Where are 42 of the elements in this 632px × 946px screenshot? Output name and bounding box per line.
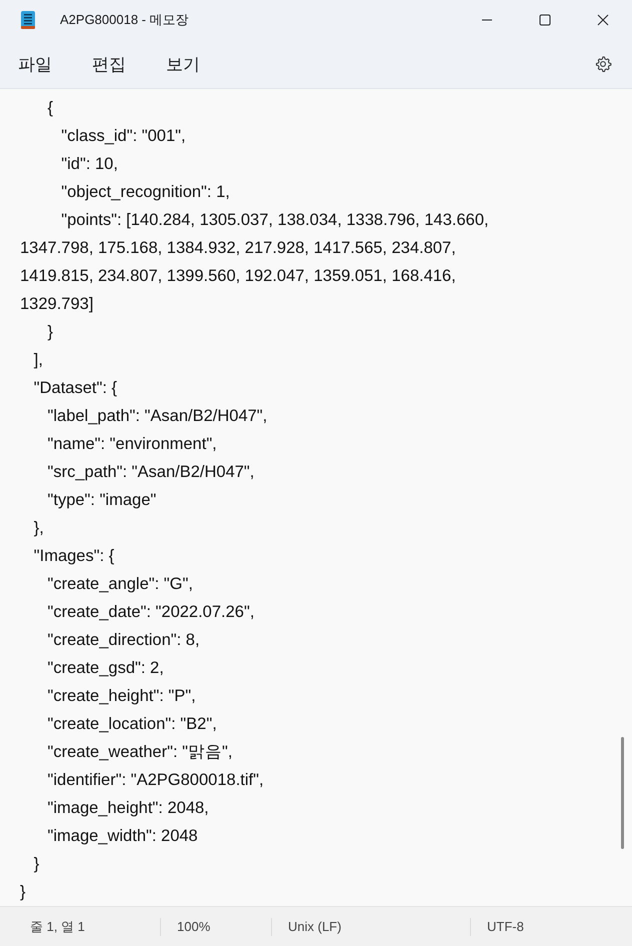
text-line: ], [32, 350, 44, 372]
text-line: "points": [140.284, 1305.037, 138.034, 1338.796, 143.660, [60, 210, 490, 232]
text-line: "image_width": 2048 [46, 826, 199, 848]
text-line: "create_direction": 8, [46, 630, 201, 652]
text-line: "src_path": "Asan/B2/H047", [46, 462, 256, 484]
text-line: "image_height": 2048, [46, 798, 210, 820]
line-ending: Unix (LF) [287, 919, 342, 934]
text-line: { [46, 98, 54, 120]
text-line: "type": "image" [46, 490, 158, 512]
text-line: "create_gsd": 2, [46, 658, 165, 680]
scrollbar-thumb[interactable] [621, 737, 624, 850]
window-title: A2PG800018 - 메모장 [60, 11, 189, 29]
text-line: "identifier": "A2PG800018.tif", [46, 770, 265, 792]
text-line: "Images": { [32, 546, 116, 568]
text-line: "object_recognition": 1, [60, 182, 231, 204]
text-line: } [20, 882, 27, 904]
text-line: "Dataset": { [32, 378, 118, 400]
text-line: }, [32, 518, 45, 540]
text-line: "class_id": "001", [60, 126, 187, 148]
menu-item[interactable]: 보기 [156, 48, 210, 80]
notepad-icon [20, 10, 36, 30]
close-icon [597, 14, 609, 26]
text-line: "name": "environment", [46, 434, 218, 456]
text-line: 1347.798, 175.168, 1384.932, 217.928, 1417.565, 234.807, [20, 238, 457, 260]
encoding: UTF-8 [486, 919, 524, 934]
zoom-level: 100% [176, 919, 212, 934]
text-line: "create_weather": "맑음", [46, 742, 234, 764]
text-line: "id": 10, [60, 154, 119, 176]
text-line: "create_height": "P", [46, 686, 197, 708]
text-line: } [46, 322, 54, 344]
maximize-icon [539, 14, 551, 26]
text-line: "create_location": "B2", [46, 714, 218, 736]
text-line: "label_path": "Asan/B2/H047", [46, 406, 268, 428]
settings-icon[interactable] [594, 55, 612, 74]
text-line: } [32, 854, 40, 876]
menu-item[interactable]: 파일 [8, 48, 62, 80]
text-line: 1329.793] [20, 294, 94, 316]
menu-item[interactable]: 편집 [82, 48, 136, 80]
text-line: "create_angle": "G", [46, 574, 194, 596]
text-line: "create_date": "2022.07.26", [46, 602, 256, 624]
text-line: 1419.815, 234.807, 1399.560, 192.047, 1359.051, 168.416, [20, 266, 457, 288]
cursor-position: 줄 1, 열 1 [29, 918, 86, 936]
